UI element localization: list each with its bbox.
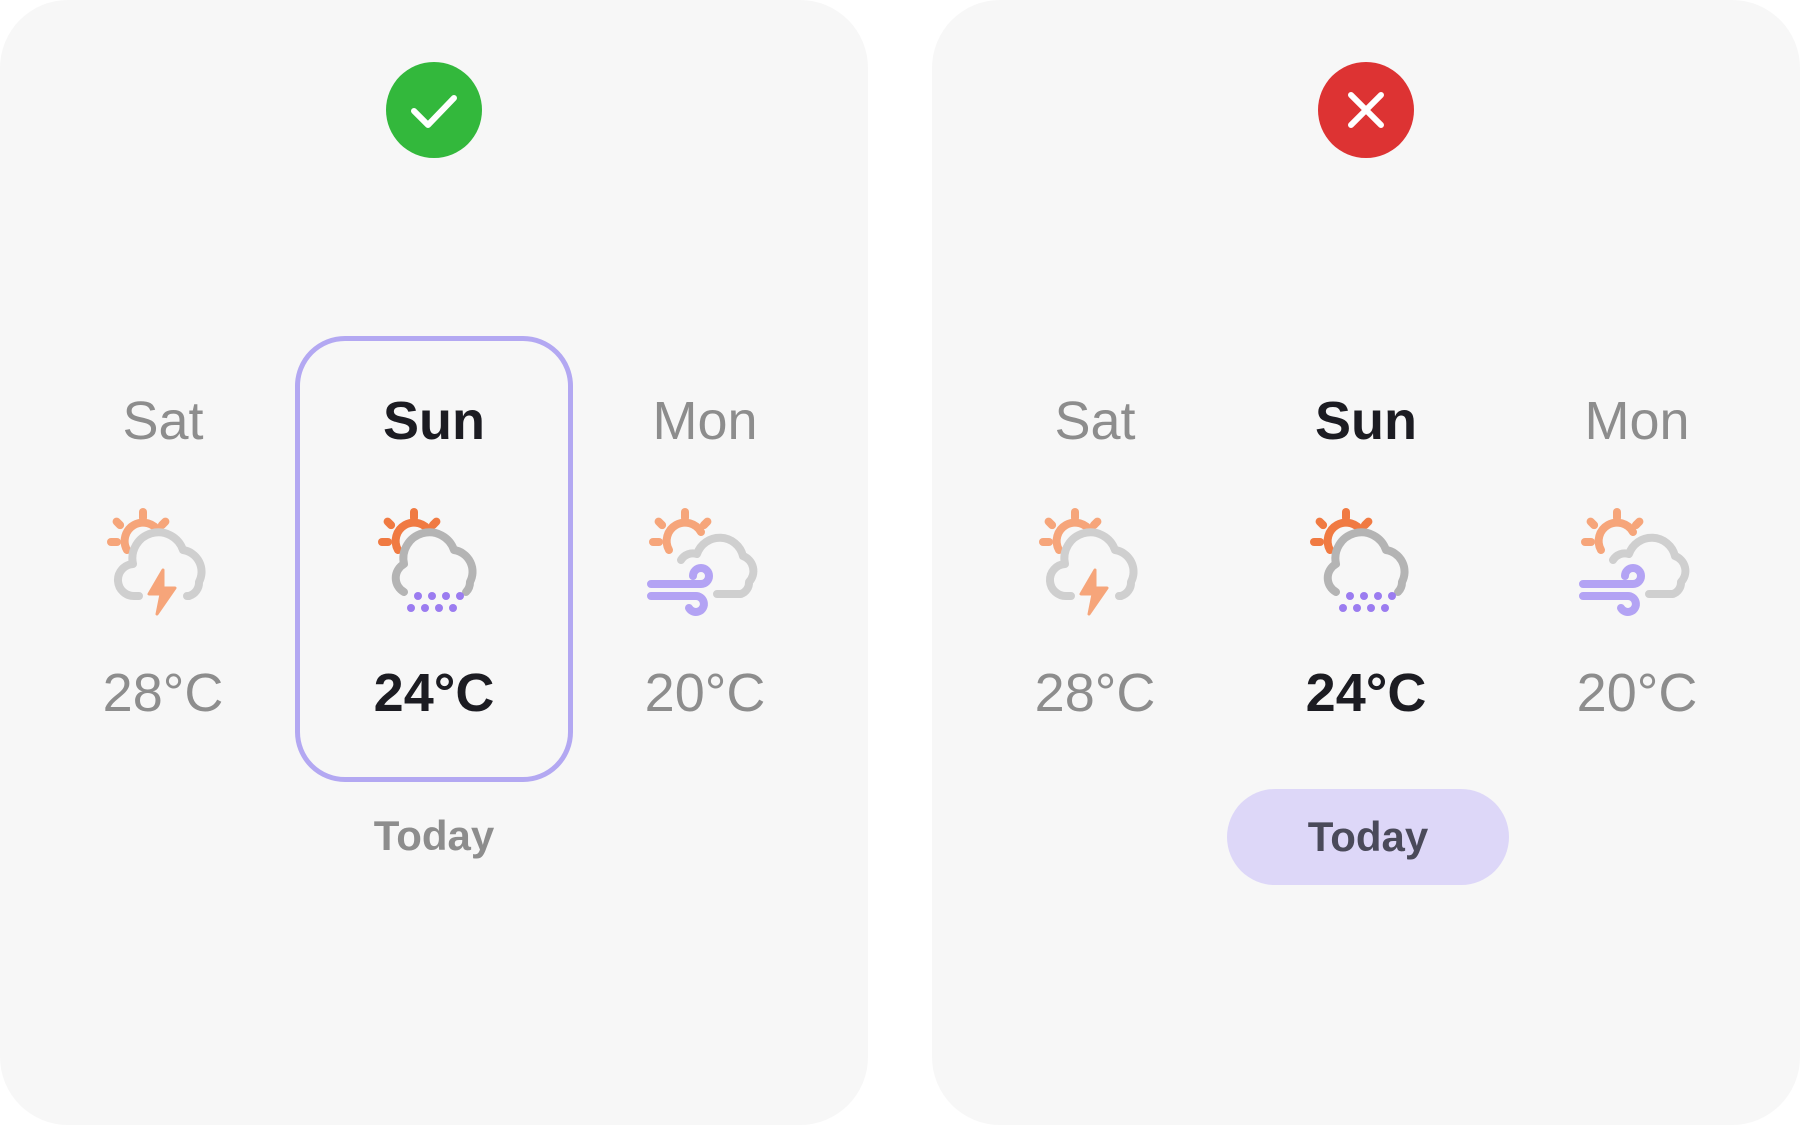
correct-example-panel: Sat 28°C Sun 24°C Mon 20°C Today <box>0 0 868 1125</box>
day-column-mon: Mon 20°C <box>565 380 845 740</box>
sun-cloud-wind-icon <box>645 498 765 618</box>
day-column-sat: Sat 28°C <box>23 380 303 740</box>
incorrect-example-panel: Sat 28°C Sun 24°C Mon 20°C Today <box>932 0 1800 1125</box>
sun-cloud-snow-icon <box>1306 498 1426 618</box>
temperature: 20°C <box>1576 663 1698 723</box>
sun-cloud-thunder-icon <box>1035 498 1155 618</box>
sun-cloud-wind-icon <box>1577 498 1697 618</box>
temperature: 28°C <box>1034 663 1156 723</box>
today-pill-badge: Today <box>1227 789 1509 885</box>
sun-cloud-snow-icon <box>374 498 494 618</box>
temperature: 20°C <box>644 663 766 723</box>
temperature: 28°C <box>102 663 224 723</box>
temperature: 24°C <box>373 663 495 723</box>
day-name: Sun <box>383 391 485 451</box>
today-label: Today <box>373 812 495 859</box>
check-icon <box>386 62 482 158</box>
day-name: Mon <box>652 391 758 451</box>
check-badge <box>386 62 482 158</box>
close-icon <box>1318 62 1414 158</box>
temperature: 24°C <box>1305 663 1427 723</box>
day-column-mon: Mon 20°C <box>1497 380 1777 740</box>
day-column-sat: Sat 28°C <box>955 380 1235 740</box>
day-name: Mon <box>1584 391 1690 451</box>
sun-cloud-thunder-icon <box>103 498 223 618</box>
day-column-sun: Sun 24°C <box>1226 380 1506 740</box>
day-column-sun: Sun 24°C <box>294 380 574 740</box>
close-badge <box>1318 62 1414 158</box>
day-name: Sun <box>1315 391 1417 451</box>
day-name: Sat <box>122 391 204 451</box>
day-name: Sat <box>1054 391 1136 451</box>
